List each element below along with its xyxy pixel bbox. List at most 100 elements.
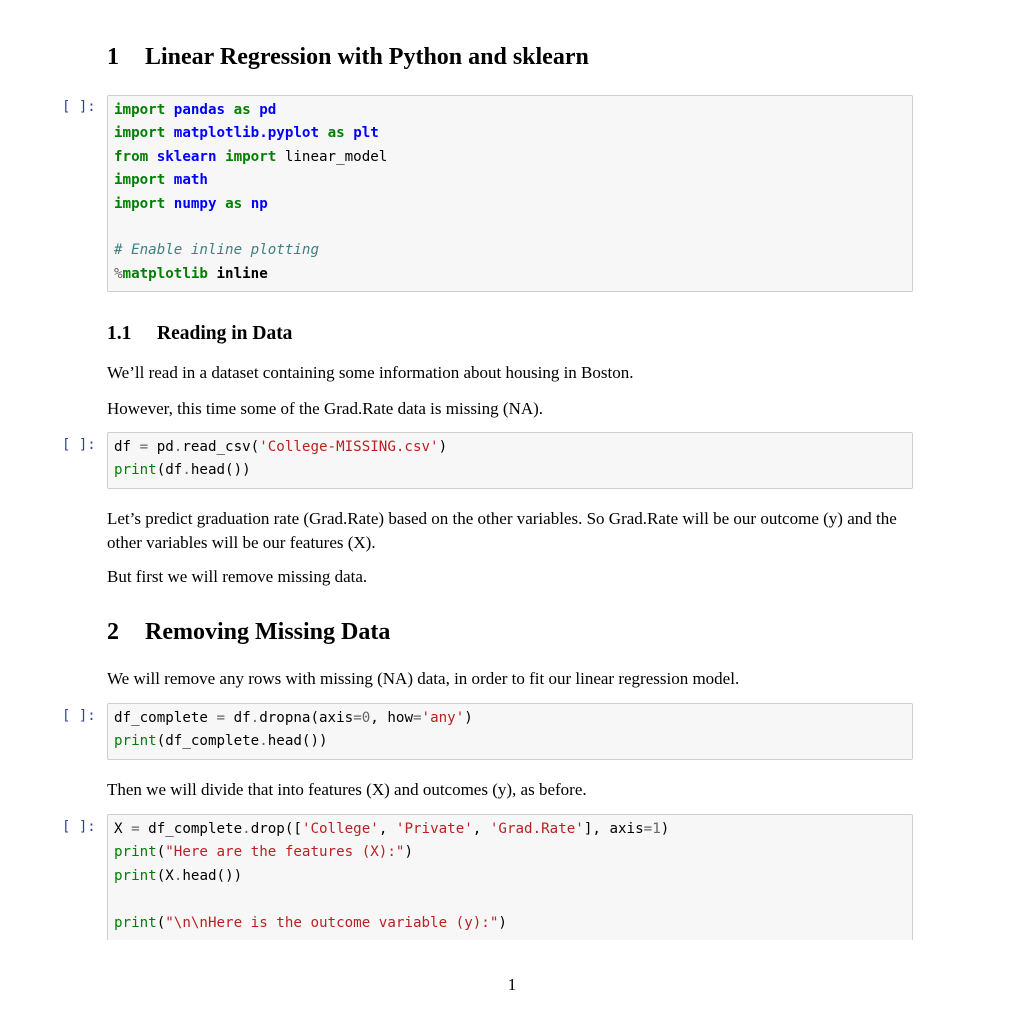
code-token: read_csv( <box>182 439 260 455</box>
code-token: print <box>114 462 157 479</box>
code-token: from <box>114 148 149 165</box>
code-token: as <box>225 195 243 212</box>
code-line: import numpy as np <box>114 196 268 212</box>
page-number: 1 <box>507 975 517 994</box>
section-heading-2: 2 Removing Missing Data <box>107 619 390 646</box>
cell-prompt: [ ]: <box>62 437 96 453</box>
code-token: pd <box>259 102 277 118</box>
code-token: import <box>114 125 166 142</box>
code-token: drop([ <box>250 821 302 837</box>
cell-prompt: [ ]: <box>62 708 96 724</box>
paragraph: Then we will divide that into features (… <box>107 780 587 799</box>
code-token: matplotlib <box>122 265 208 282</box>
paragraph: We will remove any rows with missing (NA… <box>107 669 740 688</box>
code-token: df_complete <box>139 821 243 837</box>
code-token: ) <box>464 710 473 726</box>
code-token: = <box>139 439 149 455</box>
section-title: Linear Regression with Python and sklear… <box>145 44 589 70</box>
code-token: 'College' <box>301 821 379 837</box>
code-token: print <box>114 867 157 884</box>
cell-prompt: [ ]: <box>62 819 96 835</box>
code-token: print <box>114 844 157 861</box>
code-token: head()) <box>182 867 243 884</box>
code-token: import <box>114 102 166 118</box>
section-number: 1.1 <box>107 323 132 344</box>
code-line: print(df.head()) <box>114 462 251 478</box>
code-token: numpy <box>173 195 217 212</box>
code-token: , <box>472 821 490 837</box>
code-token: 'any' <box>421 710 465 726</box>
code-token: (df <box>156 462 183 479</box>
code-token: sklearn <box>156 148 217 165</box>
code-token: pd <box>148 439 174 455</box>
code-token: ( <box>156 844 166 861</box>
code-line: # Enable inline plotting <box>114 242 319 258</box>
code-token: ) <box>498 914 507 931</box>
code-token: . <box>242 821 251 837</box>
code-token: pandas <box>173 102 226 118</box>
code-token: df_complete <box>114 710 217 726</box>
code-token: 'College-MISSING.csv' <box>259 439 439 455</box>
section-number: 2 <box>107 619 119 645</box>
code-token: linear_model <box>276 148 388 165</box>
section-title: Reading in Data <box>157 323 293 344</box>
code-token: = <box>413 710 422 726</box>
code-token: plt <box>353 125 379 142</box>
code-token: import <box>114 195 166 212</box>
code-cell-features[interactable]: X = df_complete.drop(['College', 'Privat… <box>107 814 913 940</box>
code-token: (df_complete <box>156 733 260 750</box>
code-cell-read-csv[interactable]: df = pd.read_csv('College-MISSING.csv') … <box>107 432 913 489</box>
code-line: import pandas as pd <box>114 102 276 118</box>
code-line: %matplotlib inline <box>114 266 268 282</box>
code-token: ) <box>404 844 413 861</box>
code-content[interactable]: import pandas as pd import matplotlib.py… <box>114 99 912 286</box>
code-content[interactable]: df = pd.read_csv('College-MISSING.csv') … <box>114 436 912 483</box>
code-token: ( <box>156 914 166 931</box>
code-token: 'Grad.Rate' <box>489 821 584 837</box>
code-token: df <box>225 710 251 726</box>
code-token: as <box>327 125 345 142</box>
code-token: inline <box>207 265 268 282</box>
code-token: (X <box>156 867 174 884</box>
code-token: df <box>114 439 140 455</box>
cell-prompt: [ ]: <box>62 99 96 115</box>
code-token: . <box>259 733 268 750</box>
code-token: ) <box>438 439 448 455</box>
code-token: , <box>378 821 396 837</box>
code-content[interactable]: X = df_complete.drop(['College', 'Privat… <box>114 818 912 935</box>
paragraph: However, this time some of the Grad.Rate… <box>107 399 544 418</box>
code-line: print(X.head()) <box>114 868 242 884</box>
code-token: % <box>114 265 123 282</box>
section-heading-1: 1 Linear Regression with Python and sklea… <box>107 44 589 71</box>
code-token: # Enable inline plotting <box>114 242 319 259</box>
code-token: math <box>173 172 208 189</box>
section-title: Removing Missing Data <box>145 619 391 645</box>
code-token: as <box>233 102 251 118</box>
code-token: dropna(axis <box>259 710 354 726</box>
paragraph: Let’s predict graduation rate (Grad.Rate… <box>107 509 897 552</box>
code-content[interactable]: df_complete = df.dropna(axis=0, how='any… <box>114 707 912 754</box>
code-token: matplotlib.pyplot <box>173 125 320 142</box>
code-token: print <box>114 733 157 750</box>
code-token: X <box>114 821 132 837</box>
paragraph: We’ll read in a dataset containing some … <box>107 363 634 382</box>
code-token: . <box>182 462 191 479</box>
code-cell-imports[interactable]: import pandas as pd import matplotlib.py… <box>107 95 913 292</box>
code-token: = <box>643 821 653 837</box>
code-cell-dropna[interactable]: df_complete = df.dropna(axis=0, how='any… <box>107 703 913 760</box>
code-token: print <box>114 914 157 931</box>
notebook-page: 1 Linear Regression with Python and sklea… <box>0 0 1024 1010</box>
code-token: 1 <box>652 821 661 837</box>
paragraph: But first we will remove missing data. <box>107 567 368 586</box>
code-line: df_complete = df.dropna(axis=0, how='any… <box>114 710 473 726</box>
code-line: import matplotlib.pyplot as plt <box>114 125 379 141</box>
